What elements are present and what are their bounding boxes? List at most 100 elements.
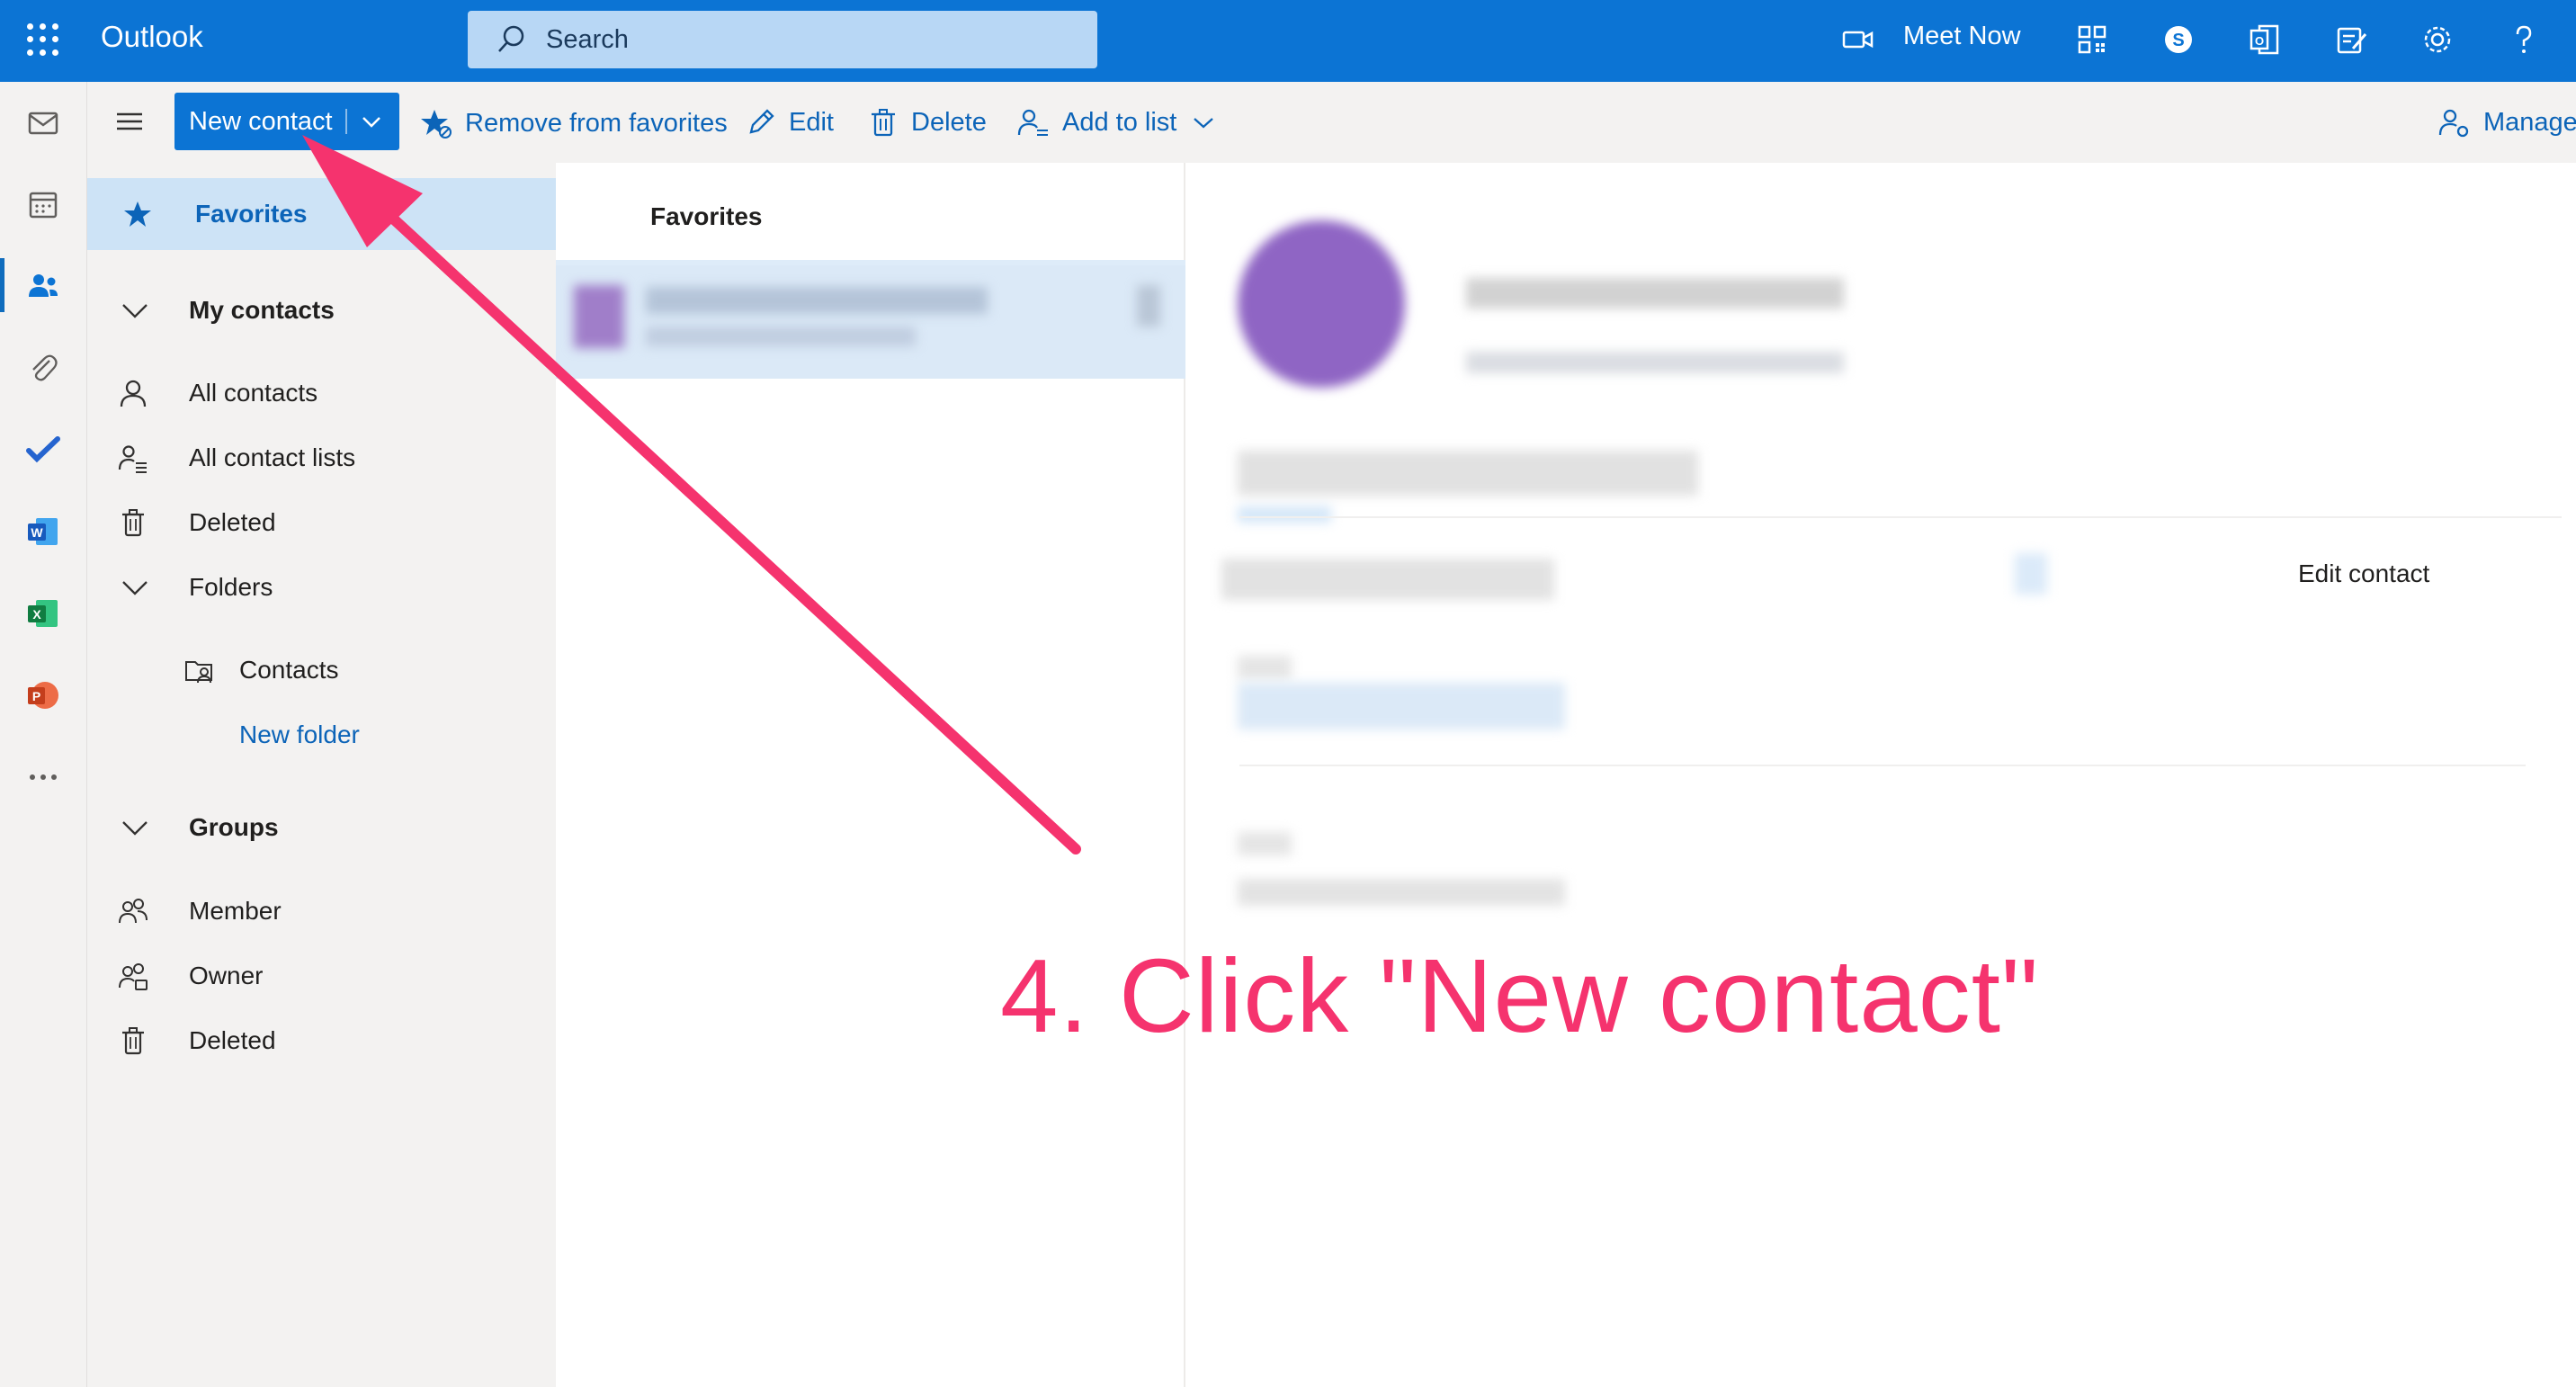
- calendar-icon[interactable]: [25, 187, 61, 223]
- divider: [1239, 765, 2526, 766]
- nav-member[interactable]: Member: [87, 884, 556, 938]
- contact-avatar: [1238, 220, 1405, 388]
- chevron-down-icon[interactable]: [120, 812, 150, 843]
- delete-label: Delete: [911, 107, 987, 137]
- nav-favorites[interactable]: Favorites: [87, 178, 556, 250]
- contacts-label: Contacts: [239, 656, 339, 684]
- list-header: Favorites: [650, 202, 763, 230]
- contact-list-icon: [118, 445, 147, 473]
- word-icon[interactable]: W: [25, 514, 61, 550]
- list-item[interactable]: [556, 265, 1185, 379]
- new-folder-label: New folder: [239, 720, 360, 748]
- edit-contact-link[interactable]: Edit contact: [2298, 559, 2429, 588]
- search-icon: [498, 25, 524, 52]
- app-title[interactable]: Outlook: [101, 20, 203, 54]
- chevron-down-icon[interactable]: [120, 572, 150, 603]
- add-to-list-label: Add to list: [1062, 107, 1177, 137]
- person-list-icon: [1017, 109, 1048, 136]
- search-placeholder: Search: [546, 25, 629, 54]
- member-label: Member: [189, 897, 282, 925]
- video-icon[interactable]: [1840, 22, 1876, 58]
- excel-icon[interactable]: X: [25, 595, 61, 631]
- contact-details-pane: [1185, 163, 2576, 1387]
- person-gear-icon: [2438, 109, 2469, 138]
- remove-from-favorites-button[interactable]: Remove from favorites: [420, 107, 728, 139]
- nav-contacts-folder[interactable]: Contacts: [87, 643, 556, 697]
- edit-label: Edit: [789, 107, 834, 137]
- contact-subtitle-redacted: [1466, 352, 1844, 373]
- folders-label: Folders: [189, 573, 273, 601]
- new-contact-button[interactable]: New contact: [174, 93, 399, 150]
- owner-label: Owner: [189, 962, 264, 989]
- nav-groups-deleted[interactable]: Deleted: [87, 1014, 556, 1068]
- chevron-down-icon[interactable]: [120, 295, 150, 326]
- contact-name-redacted: [646, 287, 988, 314]
- field-label-redacted: [1238, 832, 1292, 855]
- hamburger-icon[interactable]: [114, 109, 145, 134]
- all-contact-lists-label: All contact lists: [189, 443, 356, 471]
- groups-deleted-label: Deleted: [189, 1026, 276, 1054]
- divider: [1239, 516, 2562, 518]
- folder-pane: Favorites My contacts All contacts All c…: [87, 163, 556, 1387]
- gear-icon[interactable]: [2419, 22, 2455, 58]
- all-contacts-label: All contacts: [189, 379, 318, 407]
- mail-icon[interactable]: [25, 105, 61, 141]
- app-rail: W X P: [0, 82, 87, 1387]
- manage-label: Manage: [2483, 107, 2576, 137]
- field-label-redacted: [1238, 656, 1292, 679]
- action-underline: [1238, 506, 1331, 523]
- help-icon[interactable]: [2506, 22, 2542, 58]
- action-buttons-redacted: [1238, 451, 1698, 496]
- manage-button[interactable]: Manage: [2438, 107, 2576, 138]
- nav-owner[interactable]: Owner: [87, 949, 556, 1003]
- skype-icon[interactable]: S: [2160, 22, 2196, 58]
- avatar: [574, 285, 624, 348]
- svg-text:O: O: [2255, 34, 2264, 48]
- remove-from-favorites-label: Remove from favorites: [465, 108, 728, 138]
- nav-my-contacts[interactable]: My contacts: [87, 283, 556, 337]
- app-launcher-icon[interactable]: [27, 23, 59, 56]
- groups-label: Groups: [189, 813, 279, 841]
- powerpoint-icon[interactable]: P: [25, 677, 61, 713]
- my-contacts-label: My contacts: [189, 296, 335, 324]
- pencil-icon: [749, 109, 774, 134]
- button-divider: [345, 109, 347, 134]
- annotation-text: 4. Click "New contact": [1000, 937, 2040, 1054]
- svg-text:W: W: [31, 525, 43, 540]
- active-indicator: [0, 258, 4, 312]
- nav-deleted[interactable]: Deleted: [87, 496, 556, 550]
- qr-code-icon[interactable]: [2074, 22, 2110, 58]
- more-icon[interactable]: [25, 759, 61, 795]
- edit-button[interactable]: Edit: [746, 107, 834, 138]
- feedback-icon[interactable]: [2333, 22, 2369, 58]
- edit-contact-icon[interactable]: [2015, 553, 2047, 595]
- add-to-list-button[interactable]: Add to list: [1017, 107, 1216, 138]
- section-title-redacted: [1221, 559, 1554, 600]
- nav-groups[interactable]: Groups: [87, 801, 556, 855]
- field-value-redacted: [1238, 683, 1565, 729]
- new-folder-link[interactable]: New folder: [87, 708, 556, 762]
- contact-name-redacted: [1466, 278, 1844, 309]
- people-icon[interactable]: [25, 268, 61, 304]
- trash-icon: [872, 109, 895, 137]
- office-icon[interactable]: O: [2247, 22, 2283, 58]
- chevron-down-icon[interactable]: [359, 111, 384, 132]
- group-owner-icon: [119, 963, 148, 990]
- field-value-redacted: [1238, 879, 1565, 906]
- attachment-icon[interactable]: [25, 350, 61, 386]
- top-bar: Outlook Search Meet Now S O: [0, 0, 2576, 82]
- group-member-icon: [119, 899, 148, 924]
- nav-all-contact-lists[interactable]: All contact lists: [87, 431, 556, 485]
- contact-list-pane: Favorites: [556, 163, 1185, 1387]
- nav-all-contacts[interactable]: All contacts: [87, 366, 556, 420]
- delete-button[interactable]: Delete: [868, 107, 987, 138]
- svg-text:S: S: [2172, 31, 2184, 50]
- search-box[interactable]: Search: [468, 11, 1097, 68]
- todo-icon[interactable]: [25, 432, 61, 468]
- contact-email-redacted: [646, 327, 916, 346]
- favorite-marker: [1137, 285, 1160, 327]
- meet-now-button[interactable]: Meet Now: [1903, 22, 2021, 51]
- nav-folders[interactable]: Folders: [87, 560, 556, 614]
- svg-text:X: X: [32, 607, 41, 622]
- chevron-down-icon[interactable]: [1191, 112, 1216, 133]
